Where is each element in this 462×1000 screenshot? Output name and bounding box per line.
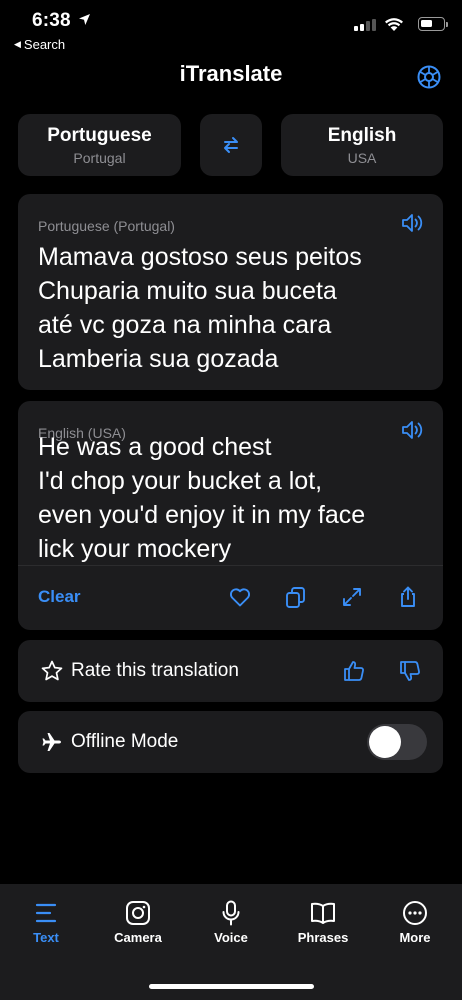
tab-more-label: More [399,930,431,945]
tab-voice-label: Voice [214,930,248,945]
expand-icon[interactable] [340,585,364,609]
source-card-label: Portuguese (Portugal) [38,218,175,234]
translation-text-line: I'd chop your bucket a lot, [38,467,323,495]
location-arrow-icon [79,14,90,25]
source-language-button[interactable]: Portuguese Portugal [18,114,181,176]
tab-text-label: Text [33,930,59,945]
more-dots-icon [403,901,427,925]
source-text-line: Chuparia muito sua buceta [38,277,337,305]
target-language-name: English [327,125,397,146]
target-language-region: USA [347,150,377,166]
tab-camera-label: Camera [114,930,162,945]
rate-translation-row: Rate this translation [18,640,443,702]
translation-text-line: lick your mockery [38,535,232,563]
target-language-button[interactable]: English USA [281,114,443,176]
app-title: iTranslate [179,61,283,86]
translation-card: English (USA) He was a good chest I'd ch… [18,401,443,630]
airplane-icon [42,733,61,751]
tab-phrases[interactable]: Phrases [277,900,369,945]
swap-languages-button[interactable] [200,114,262,176]
card-divider [18,565,443,566]
tab-phrases-label: Phrases [297,930,349,945]
cellular-signal-icon [354,19,376,31]
offline-mode-row: Offline Mode [18,711,443,773]
text-lines-icon [35,903,57,923]
thumbs-up-icon[interactable] [342,659,366,683]
tab-more[interactable]: More [369,900,461,945]
swap-arrows-icon [224,137,238,153]
back-to-search[interactable]: ◀ Search [14,37,65,52]
back-search-label: Search [23,37,66,52]
translation-text-line: He was a good chest [38,433,272,461]
translation-text: He was a good chest I'd chop your bucket… [38,430,429,566]
source-text-line: Mamava gostoso seus peitos [38,243,362,271]
wifi-icon [385,18,403,31]
home-indicator[interactable] [149,984,314,989]
toggle-knob [369,726,401,758]
share-icon[interactable] [396,585,420,609]
translation-text-line: even you'd enjoy it in my face [38,501,366,529]
clear-button[interactable]: Clear [38,587,81,607]
status-bar: 6:38 ◀ Search [0,0,462,56]
source-language-name: Portuguese [47,125,152,146]
rate-translation-label: Rate this translation [71,660,239,681]
heart-icon[interactable] [228,585,252,609]
tab-camera[interactable]: Camera [92,900,184,945]
tab-bar: Text Camera Voice Phrases More [0,884,462,1000]
book-icon [311,902,335,924]
tab-text[interactable]: Text [0,900,92,945]
offline-mode-label: Offline Mode [71,731,179,752]
back-triangle-icon: ◀ [14,39,21,49]
battery-icon [418,17,448,31]
source-language-region: Portugal [73,150,126,166]
speaker-icon[interactable] [401,212,427,234]
gear-icon[interactable] [416,64,442,90]
camera-icon [126,901,150,925]
copy-icon[interactable] [284,585,308,609]
thumbs-down-icon[interactable] [398,659,422,683]
source-text[interactable]: Mamava gostoso seus peitos Chuparia muit… [38,240,429,376]
star-icon [41,660,63,681]
tab-voice[interactable]: Voice [185,900,277,945]
microphone-icon [222,900,240,926]
source-text-line: até vc goza na minha cara [38,311,332,339]
offline-mode-toggle[interactable] [367,724,427,760]
status-time: 6:38 [32,10,71,31]
source-text-card[interactable]: Portuguese (Portugal) Mamava gostoso seu… [18,194,443,390]
source-text-line: Lamberia sua gozada [38,345,279,373]
